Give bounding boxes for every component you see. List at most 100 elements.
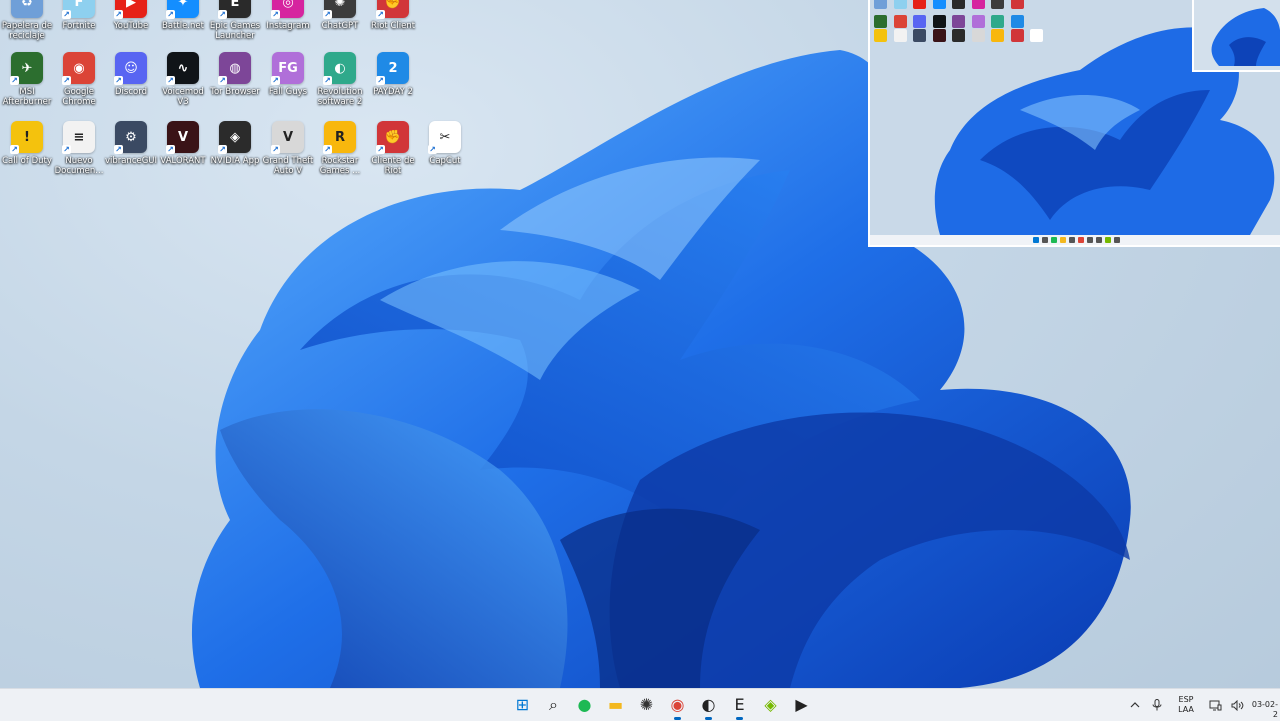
desktop-shortcut[interactable]: ⚙ ↗ vibranceGUI: [104, 121, 158, 166]
preview-fall-guys-icon: [971, 15, 985, 28]
desktop-shortcut[interactable]: ◉ ↗ Google Chrome: [52, 52, 106, 107]
desktop-shortcut-label: Papelera de reciclaje: [1, 21, 53, 41]
file-explorer-button[interactable]: ▬: [603, 693, 628, 718]
epic-games-icon: E ↗: [218, 0, 251, 19]
language-indicator[interactable]: ESP LAA: [1172, 695, 1200, 715]
fortnite-icon: F ↗: [62, 0, 95, 19]
valorant-icon: V ↗: [166, 121, 199, 154]
desktop-shortcut[interactable]: ◐ ↗ Revolution software 2: [313, 52, 367, 107]
desktop-icon-grid: ♻ Papelera de reciclaje F ↗ Fortnite ▶ ↗ YouTub…: [0, 0, 470, 180]
battlenet-icon: ✦ ↗: [166, 0, 199, 19]
desktop-shortcut[interactable]: F ↗ Fortnite: [52, 0, 106, 31]
shortcut-arrow-icon: ↗: [166, 10, 175, 19]
vibrance-gear-icon: ⚙ ↗: [114, 121, 147, 154]
chrome-taskbar-button[interactable]: ◉: [665, 693, 690, 720]
desktop-shortcut-label: VALORANT: [160, 156, 206, 166]
desktop-shortcut[interactable]: 2 ↗ PAYDAY 2: [366, 52, 420, 97]
epic-games-taskbar-button[interactable]: E: [727, 693, 752, 720]
desktop-shortcut-label: Nuevo Documen...: [54, 156, 104, 176]
desktop-shortcut[interactable]: ≡ ↗ Nuevo Documen...: [52, 121, 106, 176]
warning-icon: ! ↗: [10, 121, 43, 154]
media-player-button[interactable]: ▶: [789, 693, 814, 718]
taskbar: ⊞ ⌕ ● ▬ ✺ ◉ ◐ E ◈ ▶ ESP LAA 03-02-2: [0, 688, 1280, 721]
desktop-shortcut[interactable]: R ↗ Rockstar Games ...: [313, 121, 367, 176]
spotify-icon: ●: [577, 695, 592, 714]
desktop-shortcut-label: Rockstar Games ...: [319, 156, 361, 176]
preview-chrome-icon: [893, 15, 907, 28]
payday2-icon: 2 ↗: [376, 52, 409, 85]
network-icon[interactable]: [1204, 694, 1226, 716]
preview-youtube-icon: [913, 0, 926, 9]
shortcut-arrow-icon: ↗: [323, 10, 332, 19]
shortcut-arrow-icon: ↗: [271, 76, 280, 85]
screenshot-preview[interactable]: [868, 0, 1280, 247]
shortcut-arrow-icon: ↗: [218, 145, 227, 154]
chrome-icon: ◉ ↗: [62, 52, 95, 85]
desktop-shortcut[interactable]: ✊ ↗ Riot Client: [366, 0, 420, 31]
nvidia-taskbar-button[interactable]: ◈: [758, 693, 783, 718]
language-code: ESP: [1178, 695, 1194, 704]
desktop-shortcut[interactable]: ✊ ↗ Cliente de Riot: [366, 121, 420, 176]
desktop-shortcut[interactable]: ∿ ↗ Voicemod V3: [156, 52, 210, 107]
shortcut-arrow-icon: ↗: [166, 145, 175, 154]
desktop-shortcut-label: CapCut: [429, 156, 461, 166]
rockstar-icon: R ↗: [323, 121, 356, 154]
desktop-shortcut[interactable]: ◍ ↗ Tor Browser: [208, 52, 262, 97]
desktop-shortcut[interactable]: E ↗ Epic Games Launcher: [208, 0, 262, 41]
desktop-shortcut[interactable]: ✈ ↗ MSI Afterburner: [0, 52, 54, 107]
search-button[interactable]: ⌕: [541, 693, 566, 718]
desktop-shortcut-label: MSI Afterburner: [2, 87, 52, 107]
spotify-button[interactable]: ●: [572, 693, 597, 718]
preview-warning-icon: [874, 29, 887, 42]
desktop-shortcut-label: Google Chrome: [62, 87, 96, 107]
preview-taskbar: [870, 235, 1280, 245]
preview-icon-grid: [874, 0, 1044, 44]
obs-taskbar-icon: ◐: [701, 695, 716, 714]
desktop-shortcut[interactable]: ✦ ↗ Battle.net: [156, 0, 210, 31]
desktop-shortcut[interactable]: FG ↗ Fall Guys: [261, 52, 315, 97]
clock[interactable]: 03-02-2: [1248, 690, 1280, 720]
preview-vibrance-gear-icon: [913, 29, 926, 42]
desktop-shortcut[interactable]: ◈ ↗ NVIDIA App: [208, 121, 262, 166]
start-button[interactable]: ⊞: [510, 693, 535, 718]
msi-afterburner-icon: ✈ ↗: [10, 52, 43, 85]
desktop-shortcut-label: Battle.net: [162, 21, 204, 31]
chevron-up-icon[interactable]: [1124, 694, 1146, 716]
obs-taskbar-button[interactable]: ◐: [696, 693, 721, 720]
desktop-shortcut[interactable]: ▶ ↗ YouTube: [104, 0, 158, 31]
desktop-shortcut[interactable]: V ↗ Grand Theft Auto V: [261, 121, 315, 176]
youtube-icon: ▶ ↗: [114, 0, 147, 19]
desktop-shortcut[interactable]: V ↗ VALORANT: [156, 121, 210, 166]
search-icon: ⌕: [549, 695, 558, 714]
shortcut-arrow-icon: ↗: [376, 76, 385, 85]
chatgpt-icon: ✺ ↗: [323, 0, 356, 19]
desktop-shortcut[interactable]: ◎ ↗ Instagram: [261, 0, 315, 31]
shortcut-arrow-icon: ↗: [62, 76, 71, 85]
fall-guys-icon: FG ↗: [271, 52, 304, 85]
volume-icon[interactable]: [1226, 694, 1248, 716]
shortcut-arrow-icon: ↗: [271, 145, 280, 154]
desktop-shortcut[interactable]: ✂ ↗ CapCut: [418, 121, 472, 166]
discord-icon: ☺ ↗: [114, 52, 147, 85]
desktop-shortcut-label: Instagram: [266, 21, 310, 31]
desktop-shortcut-label: PAYDAY 2: [373, 87, 413, 97]
system-tray: ESP LAA 03-02-2: [1124, 689, 1280, 721]
desktop-shortcut[interactable]: ✺ ↗ ChatGPT: [313, 0, 367, 31]
preview-recycle-bin-icon: [874, 0, 887, 9]
shortcut-arrow-icon: ↗: [323, 76, 332, 85]
chatgpt-taskbar-button[interactable]: ✺: [634, 693, 659, 718]
microphone-icon[interactable]: [1146, 694, 1168, 716]
preview-gta5-icon: [971, 29, 985, 42]
preview-valorant-icon: [932, 29, 946, 42]
preview-revolution-software-icon: [991, 15, 1004, 28]
desktop-shortcut-label: Voicemod V3: [162, 87, 204, 107]
shortcut-arrow-icon: ↗: [166, 76, 175, 85]
shortcut-arrow-icon: ↗: [428, 145, 437, 154]
preview-epic-games-icon: [952, 0, 965, 9]
desktop-shortcut[interactable]: ! ↗ Call of Duty: [0, 121, 54, 166]
preview-voicemod-icon: [932, 15, 946, 28]
desktop-shortcut[interactable]: ♻ Papelera de reciclaje: [0, 0, 54, 41]
desktop-shortcut[interactable]: ☺ ↗ Discord: [104, 52, 158, 97]
preview-nested-screenshot: [1192, 0, 1280, 72]
clock-time: [1248, 690, 1278, 700]
